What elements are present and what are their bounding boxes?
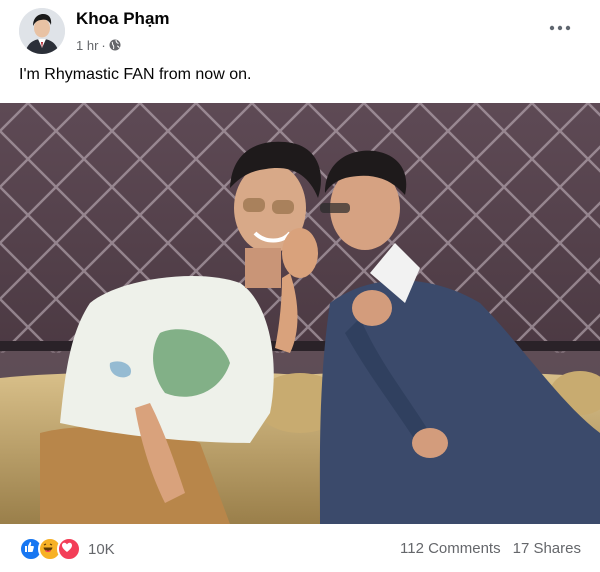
love-icon xyxy=(57,537,81,561)
globe-icon[interactable] xyxy=(109,39,121,51)
post-meta: 1 hr · xyxy=(76,37,121,53)
reaction-count[interactable]: 10K xyxy=(88,541,115,558)
post-footer: 10K 112 Comments 17 Shares xyxy=(0,524,600,572)
reactions-summary[interactable]: 10K xyxy=(19,537,115,561)
post-photo[interactable] xyxy=(0,103,600,524)
comments-count[interactable]: 112 Comments xyxy=(400,540,501,557)
post-timestamp[interactable]: 1 hr xyxy=(76,38,98,53)
post-text: I'm Rhymastic FAN from now on. xyxy=(19,66,252,83)
more-options-button[interactable] xyxy=(541,16,579,40)
post-header: Khoa Phạm 1 hr · xyxy=(0,0,600,60)
stats-spacer xyxy=(501,540,513,557)
facebook-post: Khoa Phạm 1 hr · I'm Rhymastic FAN from … xyxy=(0,0,600,572)
meta-separator: · xyxy=(101,37,106,53)
engagement-stats: 112 Comments 17 Shares xyxy=(400,540,581,557)
author-name[interactable]: Khoa Phạm xyxy=(76,9,170,29)
shares-count[interactable]: 17 Shares xyxy=(513,540,581,557)
more-options-icon xyxy=(549,25,571,31)
author-avatar[interactable] xyxy=(19,8,65,54)
